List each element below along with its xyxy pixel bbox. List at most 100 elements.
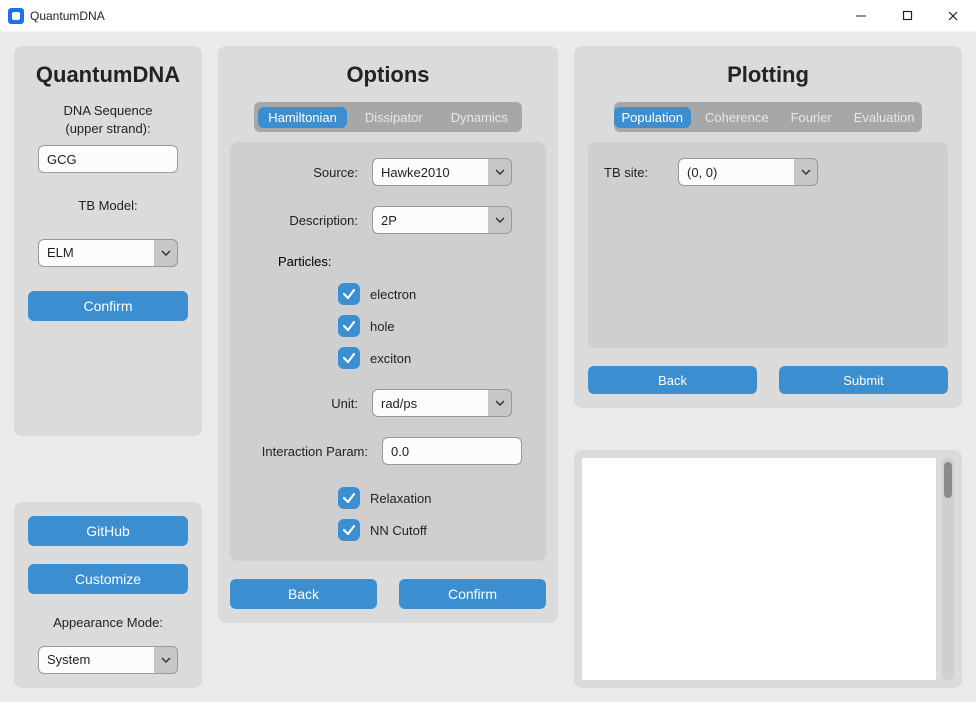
maximize-icon [902, 10, 913, 21]
row-tb-site: TB site: (0, 0) [604, 158, 932, 186]
seq-label-line2: (upper strand): [65, 121, 150, 136]
chevron-down-icon [161, 655, 171, 665]
checkbox-hole[interactable] [338, 315, 360, 337]
options-back-button[interactable]: Back [230, 579, 377, 609]
close-icon [947, 10, 959, 22]
options-inner-panel: Source: Hawke2010 Description: 2P [230, 142, 546, 561]
middle-column: Options Hamiltonian Dissipator Dynamics … [218, 46, 558, 688]
chevron-down-icon [495, 215, 505, 225]
github-button[interactable]: GitHub [28, 516, 188, 546]
maximize-button[interactable] [884, 0, 930, 32]
panel-plotting: Plotting Population Coherence Fourier Ev… [574, 46, 962, 408]
check-nn-cutoff[interactable]: NN Cutoff [338, 519, 528, 541]
chevron-down-icon [495, 167, 505, 177]
checkbox-nn-cutoff[interactable] [338, 519, 360, 541]
hole-label: hole [370, 319, 395, 334]
tb-model-select[interactable]: ELM [38, 239, 178, 267]
plotting-back-button[interactable]: Back [588, 366, 757, 394]
tab-hamiltonian[interactable]: Hamiltonian [258, 107, 347, 128]
tab-population[interactable]: Population [614, 107, 691, 128]
particles-label: Particles: [278, 254, 528, 269]
tb-model-label: TB Model: [28, 197, 188, 215]
check-relaxation[interactable]: Relaxation [338, 487, 528, 509]
panel-settings: GitHub Customize Appearance Mode: System [14, 502, 202, 688]
tb-site-select[interactable]: (0, 0) [678, 158, 818, 186]
source-dropdown-button[interactable] [488, 158, 512, 186]
row-interaction: Interaction Param: [248, 437, 528, 465]
row-unit: Unit: rad/ps [248, 389, 528, 417]
tab-coherence[interactable]: Coherence [697, 107, 777, 128]
check-exciton[interactable]: exciton [338, 347, 528, 369]
exciton-label: exciton [370, 351, 411, 366]
plotting-heading: Plotting [588, 62, 948, 88]
window-controls [838, 0, 976, 32]
panel-dna: QuantumDNA DNA Sequence (upper strand): … [14, 46, 202, 436]
checkbox-exciton[interactable] [338, 347, 360, 369]
minimize-button[interactable] [838, 0, 884, 32]
unit-label: Unit: [248, 396, 358, 411]
window-title: QuantumDNA [30, 9, 105, 23]
chevron-down-icon [161, 248, 171, 258]
options-buttons: Back Confirm [230, 579, 546, 609]
tab-dynamics[interactable]: Dynamics [441, 107, 518, 128]
tb-site-dropdown-button[interactable] [794, 158, 818, 186]
output-textbox[interactable] [582, 458, 936, 680]
panel-options: Options Hamiltonian Dissipator Dynamics … [218, 46, 558, 623]
electron-label: electron [370, 287, 416, 302]
output-scrollbar[interactable] [942, 458, 954, 680]
plotting-inner-panel: TB site: (0, 0) [588, 142, 948, 348]
unit-dropdown-button[interactable] [488, 389, 512, 417]
source-select[interactable]: Hawke2010 [372, 158, 512, 186]
check-electron[interactable]: electron [338, 283, 528, 305]
app-window: QuantumDNA QuantumDNA DNA Sequence (uppe… [0, 0, 976, 698]
options-confirm-button[interactable]: Confirm [399, 579, 546, 609]
left-column: QuantumDNA DNA Sequence (upper strand): … [14, 46, 202, 688]
options-tabbar: Hamiltonian Dissipator Dynamics [254, 102, 522, 132]
content-area: QuantumDNA DNA Sequence (upper strand): … [0, 32, 976, 702]
minimize-icon [855, 10, 867, 22]
row-source: Source: Hawke2010 [248, 158, 528, 186]
tb-model-dropdown-button[interactable] [154, 239, 178, 267]
seq-label-line1: DNA Sequence [64, 103, 153, 118]
description-select[interactable]: 2P [372, 206, 512, 234]
checkbox-electron[interactable] [338, 283, 360, 305]
source-label: Source: [248, 165, 358, 180]
tb-site-label: TB site: [604, 165, 664, 180]
close-button[interactable] [930, 0, 976, 32]
app-icon [8, 8, 24, 24]
titlebar: QuantumDNA [0, 0, 976, 32]
customize-button[interactable]: Customize [28, 564, 188, 594]
interaction-input[interactable] [382, 437, 522, 465]
dna-confirm-button[interactable]: Confirm [28, 291, 188, 321]
scrollbar-thumb[interactable] [944, 462, 952, 498]
check-icon [342, 523, 356, 537]
description-label: Description: [248, 213, 358, 228]
panel-dna-heading: QuantumDNA [28, 62, 188, 88]
chevron-down-icon [801, 167, 811, 177]
interaction-label: Interaction Param: [248, 444, 368, 459]
appearance-select[interactable]: System [38, 646, 178, 674]
check-icon [342, 287, 356, 301]
seq-input[interactable] [38, 145, 178, 173]
right-column: Plotting Population Coherence Fourier Ev… [574, 46, 962, 688]
plotting-tabbar: Population Coherence Fourier Evaluation [614, 102, 922, 132]
checkbox-relaxation[interactable] [338, 487, 360, 509]
appearance-dropdown-button[interactable] [154, 646, 178, 674]
tab-dissipator[interactable]: Dissipator [355, 107, 433, 128]
check-icon [342, 491, 356, 505]
tab-fourier[interactable]: Fourier [783, 107, 840, 128]
unit-select[interactable]: rad/ps [372, 389, 512, 417]
options-heading: Options [230, 62, 546, 88]
description-dropdown-button[interactable] [488, 206, 512, 234]
seq-label: DNA Sequence (upper strand): [28, 102, 188, 137]
check-hole[interactable]: hole [338, 315, 528, 337]
plotting-buttons: Back Submit [588, 366, 948, 394]
output-panel [574, 450, 962, 688]
row-description: Description: 2P [248, 206, 528, 234]
check-icon [342, 319, 356, 333]
tab-evaluation[interactable]: Evaluation [846, 107, 923, 128]
titlebar-left: QuantumDNA [8, 8, 105, 24]
appearance-label: Appearance Mode: [28, 614, 188, 632]
nn-cutoff-label: NN Cutoff [370, 523, 427, 538]
plotting-submit-button[interactable]: Submit [779, 366, 948, 394]
